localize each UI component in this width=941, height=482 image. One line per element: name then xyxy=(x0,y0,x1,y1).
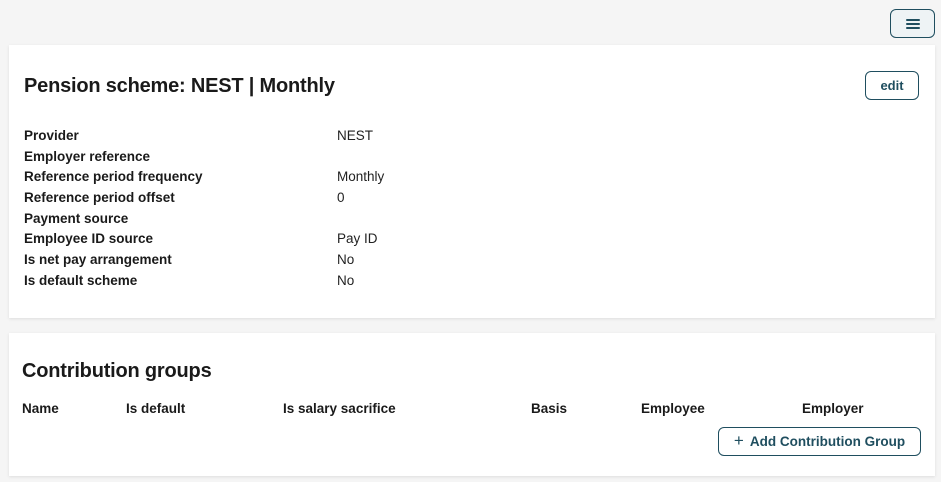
column-header-name: Name xyxy=(22,401,59,416)
property-value: Pay ID xyxy=(337,231,378,247)
property-label: Employee ID source xyxy=(24,231,154,247)
property-label: Payment source xyxy=(24,210,129,226)
property-label: Employer reference xyxy=(24,148,151,164)
property-row-employer-reference: Employer reference xyxy=(24,146,624,167)
property-label: Is net pay arrangement xyxy=(24,251,172,267)
property-label: Reference period offset xyxy=(24,189,175,205)
property-row-is-net-pay-arrangement: Is net pay arrangement No xyxy=(24,249,624,270)
property-row-reference-period-frequency: Reference period frequency Monthly xyxy=(24,166,624,187)
menu-button[interactable] xyxy=(890,9,935,38)
contribution-groups-title: Contribution groups xyxy=(22,360,212,382)
property-row-employee-id-source: Employee ID source Pay ID xyxy=(24,228,624,249)
property-value: 0 xyxy=(337,189,345,205)
property-row-is-default-scheme: Is default scheme No xyxy=(24,270,624,291)
property-row-reference-period-offset: Reference period offset 0 xyxy=(24,187,624,208)
scheme-title: Pension scheme: NEST | Monthly xyxy=(24,75,335,97)
property-row-payment-source: Payment source xyxy=(24,208,624,229)
property-label: Provider xyxy=(24,127,79,143)
column-header-employer: Employer xyxy=(802,401,864,416)
property-value: Monthly xyxy=(337,169,385,185)
property-value: No xyxy=(337,272,355,288)
property-value: NEST xyxy=(337,127,374,143)
column-header-is-default: Is default xyxy=(126,401,186,416)
property-label: Is default scheme xyxy=(24,272,138,288)
property-label: Reference period frequency xyxy=(24,169,203,185)
add-contribution-group-button[interactable]: + Add Contribution Group xyxy=(718,427,921,456)
contribution-groups-table-header: Name Is default Is salary sacrifice Basi… xyxy=(9,401,935,419)
hamburger-menu-icon xyxy=(905,18,920,29)
edit-button[interactable]: edit xyxy=(865,71,919,100)
plus-icon: + xyxy=(733,431,744,450)
pension-scheme-card: Pension scheme: NEST | Monthly edit Prov… xyxy=(9,45,935,318)
add-contribution-group-label: Add Contribution Group xyxy=(749,434,906,449)
contribution-groups-card: Contribution groups Name Is default Is s… xyxy=(9,333,935,476)
scheme-properties: Provider NEST Employer reference Referen… xyxy=(24,125,624,291)
property-row-provider: Provider NEST xyxy=(24,125,624,146)
column-header-employee: Employee xyxy=(641,401,705,416)
column-header-basis: Basis xyxy=(531,401,568,416)
property-value: No xyxy=(337,251,355,267)
column-header-is-salary-sacrifice: Is salary sacrifice xyxy=(283,401,396,416)
